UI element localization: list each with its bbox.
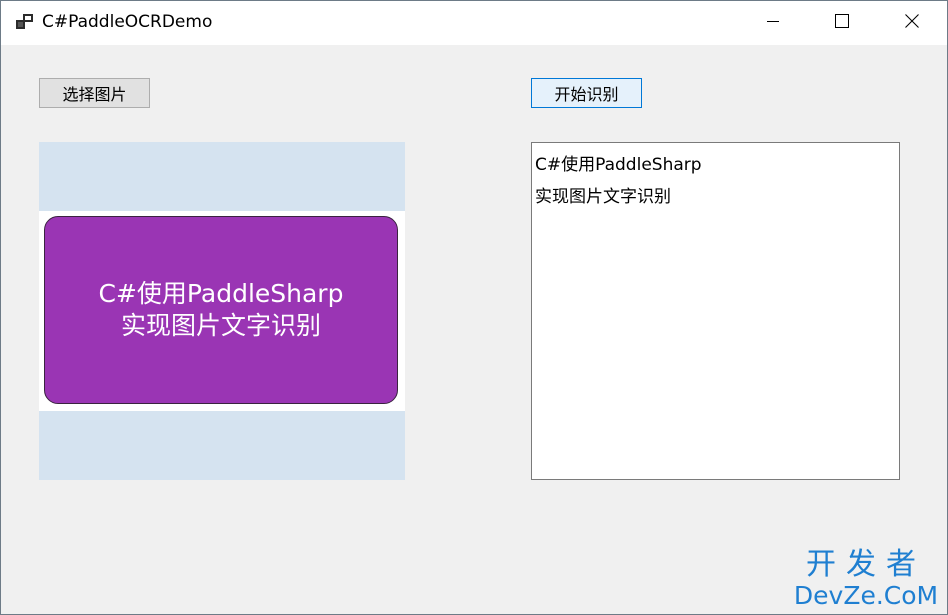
image-card: C#使用PaddleSharp 实现图片文字识别 xyxy=(44,216,398,404)
minimize-button[interactable] xyxy=(738,1,808,45)
minimize-icon xyxy=(765,13,781,33)
loaded-image: C#使用PaddleSharp 实现图片文字识别 xyxy=(39,211,405,411)
watermark-line-2: DevZe.CoM xyxy=(793,581,939,610)
watermark: 开发者 DevZe.CoM xyxy=(791,549,941,611)
window-title: C#PaddleOCRDemo xyxy=(42,12,213,32)
app-window: C#PaddleOCRDemo 选择图片 开始识别 C#使用PaddleShar… xyxy=(0,0,948,615)
image-preview: C#使用PaddleSharp 实现图片文字识别 xyxy=(39,142,405,480)
ocr-result-textbox[interactable]: C#使用PaddleSharp 实现图片文字识别 xyxy=(531,142,900,480)
result-line: 实现图片文字识别 xyxy=(535,187,671,207)
close-button[interactable] xyxy=(877,1,947,45)
start-ocr-button[interactable]: 开始识别 xyxy=(531,78,642,108)
maximize-icon xyxy=(834,13,850,33)
image-text-line-2: 实现图片文字识别 xyxy=(120,311,321,340)
maximize-button[interactable] xyxy=(807,1,877,45)
app-window-icon xyxy=(16,13,34,31)
result-line: C#使用PaddleSharp xyxy=(535,155,702,175)
image-text-line-1: C#使用PaddleSharp xyxy=(98,279,344,308)
watermark-line-1: 开发者 xyxy=(806,547,926,582)
select-image-button[interactable]: 选择图片 xyxy=(39,78,150,108)
title-bar[interactable]: C#PaddleOCRDemo xyxy=(1,1,947,45)
close-icon xyxy=(904,13,920,33)
